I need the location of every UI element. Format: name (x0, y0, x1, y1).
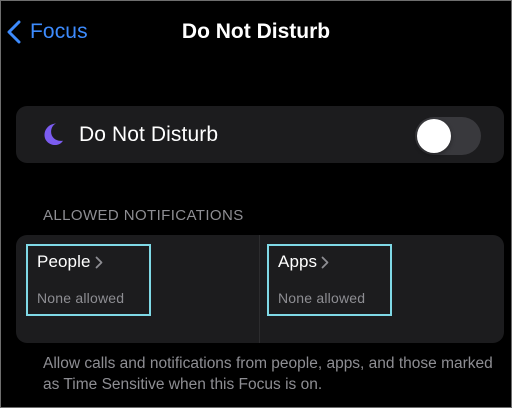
focus-toggle-label: Do Not Disturb (79, 123, 219, 146)
chevron-right-icon (95, 256, 102, 268)
section-header-allowed-notifications: ALLOWED NOTIFICATIONS (43, 207, 244, 224)
focus-toggle-row: Do Not Disturb (16, 106, 504, 163)
allowed-notifications-card: People None allowed Apps None allowed (16, 235, 504, 343)
apps-subtitle: None allowed (278, 290, 366, 306)
toggle-knob (417, 119, 451, 153)
people-subtitle: None allowed (37, 290, 125, 306)
focus-toggle-switch[interactable] (415, 117, 481, 155)
apps-title: Apps (278, 252, 318, 271)
footer-description: Allow calls and notifications from peopl… (43, 355, 493, 393)
moon-icon (44, 123, 63, 145)
apps-cell[interactable]: Apps None allowed (267, 244, 392, 316)
screen: Focus Do Not Disturb Do Not Disturb ALLO… (0, 0, 512, 408)
people-title: People (37, 252, 91, 271)
column-divider (259, 235, 260, 343)
page-title: Do Not Disturb (181, 20, 331, 43)
chevron-right-icon (321, 256, 329, 268)
people-cell[interactable]: People None allowed (26, 244, 151, 316)
